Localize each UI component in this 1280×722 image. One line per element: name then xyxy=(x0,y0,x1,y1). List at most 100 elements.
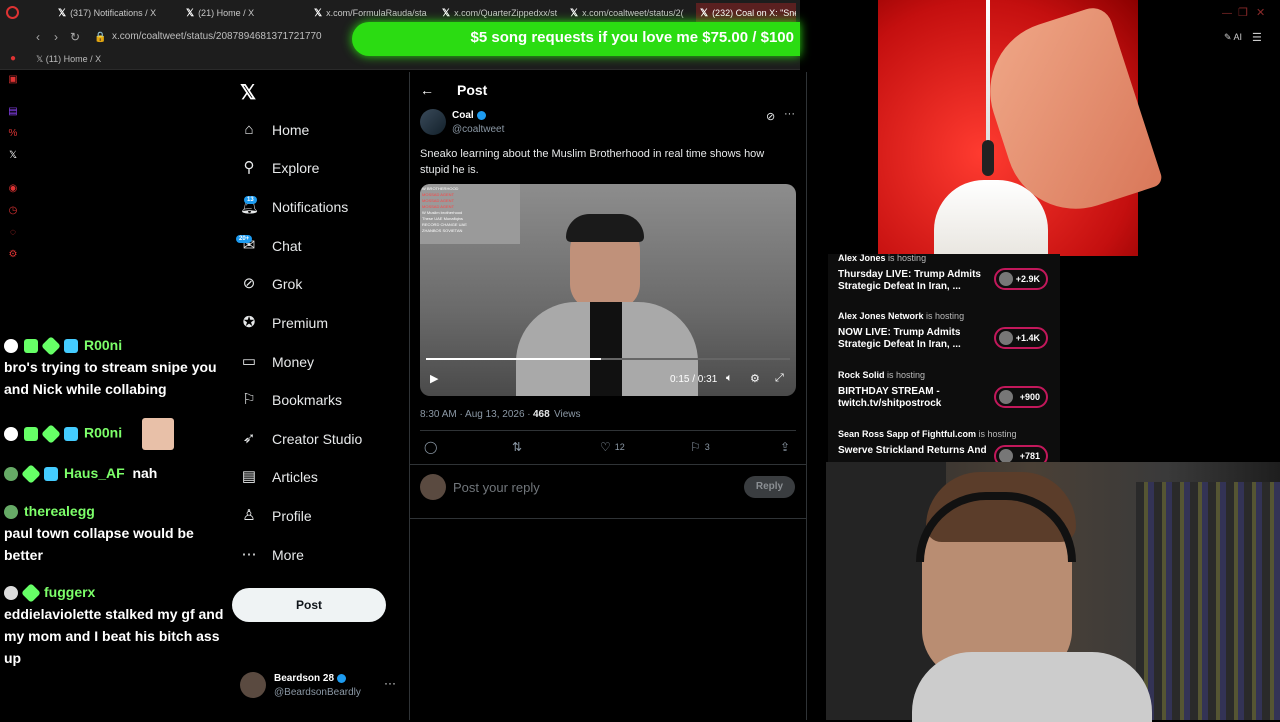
post-button[interactable]: Post xyxy=(232,588,386,622)
repost-action[interactable]: ⇅ xyxy=(512,440,522,454)
chat-bubble-icon[interactable]: ◌ xyxy=(7,227,19,239)
host-line: Rock Solid is hosting xyxy=(838,370,925,380)
x-home-logo-icon[interactable]: 𝕏 xyxy=(240,80,256,105)
candle-body xyxy=(934,180,1048,256)
sidebar-item-profile[interactable]: ♙ Profile xyxy=(240,501,312,531)
chat-username[interactable]: R00ni xyxy=(84,337,122,353)
app-icon-4[interactable]: ◉ xyxy=(7,183,19,195)
tab-coal-active[interactable]: 𝕏 (232) Coal on X: "Snea xyxy=(696,3,796,23)
avatar-badge-icon xyxy=(4,586,18,601)
reload-icon[interactable]: ↻ xyxy=(70,30,80,44)
badge-icon xyxy=(21,583,41,604)
volume-icon[interactable]: 🔈︎ xyxy=(726,372,733,385)
reply-action[interactable]: ◯ xyxy=(424,440,437,454)
tab-home[interactable]: 𝕏 (21) Home / X xyxy=(186,3,310,23)
author-name[interactable]: Coal xyxy=(452,110,474,121)
host-viewers-badge[interactable]: +900 xyxy=(994,386,1048,408)
close-window-icon[interactable]: ✕ xyxy=(1256,6,1265,19)
host-name[interactable]: Rock Solid xyxy=(838,370,885,380)
article-icon: ▤ xyxy=(241,468,257,485)
app-icon-2[interactable]: ▣ xyxy=(7,74,19,86)
host-viewers-badge[interactable]: +1.4K xyxy=(994,327,1048,349)
bookmark-action[interactable]: ⚐ 3 xyxy=(690,440,710,454)
author-avatar[interactable] xyxy=(420,109,446,135)
host-name[interactable]: Sean Ross Sapp of Fightful.com xyxy=(838,429,976,439)
sidebar-item-label: Explore xyxy=(272,160,320,176)
forward-icon[interactable]: › xyxy=(54,30,58,44)
video-time: 0:15 / 0:31 xyxy=(670,374,718,385)
clock-icon[interactable]: ◷ xyxy=(7,205,19,217)
chat-username[interactable]: therealegg xyxy=(24,503,95,519)
chat-username[interactable]: fuggerx xyxy=(44,584,95,600)
bookmark-label: (11) Home / X xyxy=(45,54,102,64)
host-stream-title[interactable]: NOW LIVE: Trump Admits Strategic Defeat … xyxy=(838,327,988,351)
ai-button[interactable]: ✎ AI xyxy=(1224,32,1242,43)
bookmark-home[interactable]: 𝕏 (11) Home / X xyxy=(36,54,101,65)
chat-text: bro's trying to stream snipe you and Nic… xyxy=(4,359,217,397)
page-title: Post xyxy=(457,82,488,98)
sidebar-item-more[interactable]: ⋯ More xyxy=(240,540,304,570)
reply-input[interactable]: Post your reply xyxy=(453,480,540,495)
host-stream-title[interactable]: Thursday LIVE: Trump Admits Strategic De… xyxy=(838,269,988,293)
chat-username[interactable]: R00ni xyxy=(84,425,122,441)
candle-wick xyxy=(982,140,994,176)
twitch-icon[interactable]: ▤ xyxy=(7,106,19,118)
sidebar-item-premium[interactable]: ✪ Premium xyxy=(240,308,328,338)
sidebar-item-label: Grok xyxy=(272,276,303,292)
share-action[interactable]: ⇪ xyxy=(780,440,790,454)
video-player[interactable]: W BROTHERHOOD MOSSAD AGENT MOSSAD AGENT … xyxy=(420,184,796,396)
minimize-icon[interactable]: — xyxy=(1222,8,1232,19)
fullscreen-icon[interactable]: ⤢ xyxy=(775,372,784,385)
back-icon[interactable]: ‹ xyxy=(36,30,40,44)
sidebar-item-money[interactable]: ▭ Money xyxy=(240,347,314,377)
play-icon[interactable]: ▶ xyxy=(430,372,438,385)
app-icon-1[interactable]: ● xyxy=(7,53,19,65)
sidebar-item-label: Chat xyxy=(272,238,302,254)
views-label: Views xyxy=(554,409,581,420)
sidebar-item-label: Profile xyxy=(272,508,312,524)
reply-button[interactable]: Reply xyxy=(744,476,795,498)
avatar[interactable] xyxy=(240,672,266,698)
sidebar-item-home[interactable]: ⌂ Home xyxy=(240,115,309,145)
account-more-icon[interactable]: ··· xyxy=(384,676,396,690)
settings-icon[interactable]: ⚙ xyxy=(750,372,760,385)
chat-text: eddielaviolette stalked my gf and my mom… xyxy=(4,606,224,666)
chat-text: paul town collapse would be better xyxy=(4,525,194,563)
host-viewers-badge[interactable]: +2.9K xyxy=(994,268,1048,290)
sidebar-item-notifications[interactable]: 🔔︎ Notifications xyxy=(240,192,348,222)
tab-notifications[interactable]: 𝕏 (317) Notifications / X xyxy=(58,3,182,23)
tab-quarterzipped[interactable]: 𝕏x.com/QuarterZippedxx/st xyxy=(442,3,566,23)
post-text: Sneako learning about the Muslim Brother… xyxy=(420,146,796,178)
host-name[interactable]: Alex Jones Network xyxy=(838,311,924,321)
chat-message: therealegg paul town collapse would be b… xyxy=(4,500,230,566)
sidebar-item-articles[interactable]: ▤ Articles xyxy=(240,462,318,492)
donation-goal-text: $5 song requests if you love me $75.00 /… xyxy=(470,29,795,46)
url-field[interactable]: x.com/coaltweet/status/20878946813717217… xyxy=(112,31,322,42)
maximize-icon[interactable]: ❐ xyxy=(1238,6,1248,19)
back-arrow-icon[interactable]: ← xyxy=(420,82,434,98)
host-stream-title[interactable]: Swerve Strickland Returns And Lessons In… xyxy=(838,445,988,457)
chat-username[interactable]: Haus_AF xyxy=(64,465,125,481)
gear-icon[interactable]: ⚙ xyxy=(7,249,19,261)
tab-label: (232) Coal on X: "Snea xyxy=(712,8,796,18)
host-name[interactable]: Alex Jones xyxy=(838,254,886,263)
badge-icon xyxy=(64,427,78,441)
sidebar-item-bookmarks[interactable]: ⚐ Bookmarks xyxy=(240,385,342,415)
host-stream-title[interactable]: BIRTHDAY STREAM - twitch.tv/shitpostrock xyxy=(838,386,988,410)
donation-goal-banner: $5 song requests if you love me $75.00 /… xyxy=(352,22,800,56)
tab-formularauda[interactable]: 𝕏x.com/FormulaRauda/sta xyxy=(314,3,438,23)
host-status: is hosting xyxy=(926,311,965,321)
grok-explain-icon[interactable]: ⊘ xyxy=(766,110,775,123)
search-icon: ⚲ xyxy=(243,159,255,176)
sidebar-item-explore[interactable]: ⚲ Explore xyxy=(240,153,320,183)
chat-badge: 20+ xyxy=(236,235,253,243)
menu-icon[interactable]: ☰ xyxy=(1252,31,1262,44)
tab-coaltweet[interactable]: 𝕏x.com/coaltweet/status/2( xyxy=(570,3,694,23)
x-rail-icon[interactable]: 𝕏 xyxy=(7,150,19,162)
sidebar-item-grok[interactable]: ⊘ Grok xyxy=(240,269,303,299)
app-icon-3[interactable]: % xyxy=(7,128,19,140)
post-more-icon[interactable]: ··· xyxy=(784,108,795,120)
author-handle[interactable]: @coaltweet xyxy=(452,124,504,135)
sidebar-item-creator-studio[interactable]: ➶ Creator Studio xyxy=(240,424,363,454)
like-action[interactable]: ♡ 12 xyxy=(600,440,625,454)
